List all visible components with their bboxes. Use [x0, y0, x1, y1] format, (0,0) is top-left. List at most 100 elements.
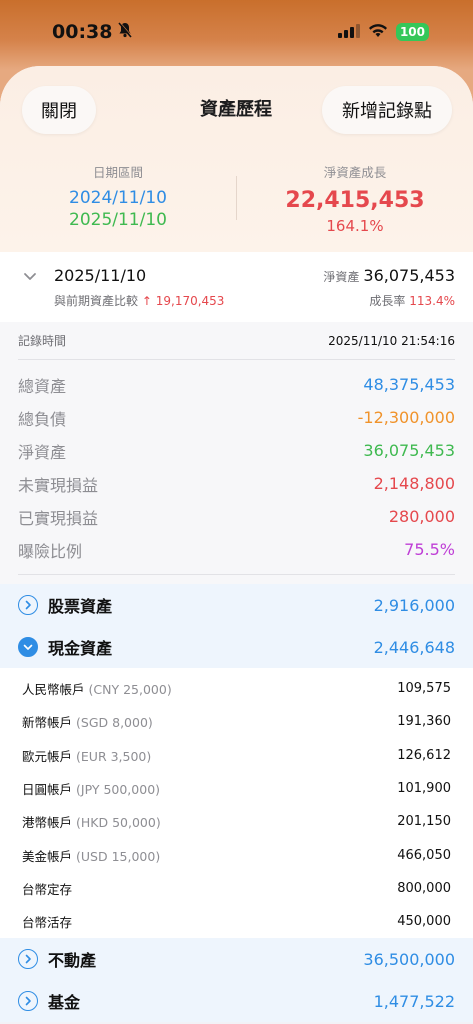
net-growth: 淨資產成長 22,415,453 164.1% [250, 162, 460, 235]
account-note: (USD 15,000) [76, 848, 161, 864]
signal-icon [337, 23, 360, 42]
chevron-right-circle-icon[interactable] [18, 949, 38, 970]
chevron-down-circle-icon[interactable] [18, 637, 38, 657]
account-note: (JPY 500,000) [76, 782, 161, 798]
chevron-right-circle-icon[interactable] [18, 595, 38, 615]
metric-row: 淨資產 36,075,453 [18, 434, 455, 467]
record-time-label: 記錄時間 [18, 334, 67, 348]
account-value: 126,612 [397, 747, 451, 763]
cash-accounts-list: 人民幣帳戶 (CNY 25,000) 109,575 新幣帳戶 (SGD 8,000)… [0, 668, 473, 939]
account-label: 美金帳戶 [22, 848, 73, 864]
account-value: 466,050 [397, 847, 451, 863]
metric-label: 總資產 [18, 376, 67, 396]
account-label: 新幣帳戶 [22, 715, 73, 731]
account-value: 101,900 [397, 781, 451, 797]
category-label: 基金 [48, 993, 81, 1013]
account-label: 台幣定存 [22, 881, 73, 897]
list-item[interactable]: 美金帳戶 (USD 15,000) 466,050 [0, 838, 473, 871]
record-net-asset: 淨資產 36,075,453 [323, 266, 455, 285]
metric-row: 未實現損益 2,148,800 [18, 467, 455, 500]
status-bar: 00:38 100 [0, 0, 473, 64]
clock: 00:38 [52, 21, 113, 43]
arrow-up-icon: ↑ [141, 294, 152, 308]
chevron-right-circle-icon[interactable] [18, 991, 38, 1012]
net-growth-value: 22,415,453 [285, 188, 425, 213]
account-value: 191,360 [397, 714, 451, 730]
record-compare: 與前期資產比較 ↑ 19,170,453 [54, 292, 224, 309]
account-note: (SGD 8,000) [76, 715, 153, 731]
account-label: 人民幣帳戶 [22, 682, 85, 698]
metric-value: -12,300,000 [357, 408, 455, 427]
category-stock[interactable]: 股票資產 2,916,000 [0, 584, 473, 626]
record-date: 2025/11/10 [54, 266, 147, 285]
record-header[interactable]: 2025/11/10 與前期資產比較 ↑ 19,170,453 淨資產 36,07… [0, 252, 473, 322]
account-label: 港幣帳戶 [22, 815, 73, 831]
metric-value: 36,075,453 [363, 441, 455, 460]
category-value: 2,916,000 [373, 595, 455, 615]
category-fund[interactable]: 基金 1,477,522 [0, 980, 473, 1023]
account-label: 日圓帳戶 [22, 782, 73, 798]
metric-value: 48,375,453 [363, 375, 455, 394]
close-button[interactable]: 關閉 [22, 86, 96, 134]
account-label: 台幣活存 [22, 915, 73, 931]
metric-label: 淨資產 [18, 442, 67, 462]
metric-row: 曝險比例 75.5% [18, 533, 455, 566]
metric-label: 已實現損益 [18, 508, 99, 528]
record-time-row: 記錄時間 2025/11/10 21:54:16 [18, 322, 455, 360]
metric-value: 280,000 [388, 507, 455, 526]
wifi-icon [368, 23, 388, 42]
growth-rate-label: 成長率 [369, 294, 406, 308]
list-item[interactable]: 新幣帳戶 (SGD 8,000) 191,360 [0, 705, 473, 738]
compare-label: 與前期資產比較 [54, 294, 139, 308]
metric-row: 總資產 48,375,453 [18, 368, 455, 401]
list-item[interactable]: 人民幣帳戶 (CNY 25,000) 109,575 [0, 672, 473, 705]
list-item[interactable]: 港幣帳戶 (HKD 50,000) 201,150 [0, 805, 473, 838]
account-note: (CNY 25,000) [88, 682, 172, 698]
end-date: 2025/11/10 [69, 210, 167, 230]
metric-label: 未實現損益 [18, 475, 99, 495]
net-asset-label: 淨資產 [323, 270, 360, 284]
category-label: 股票資產 [48, 597, 113, 616]
summary-panel: 日期區間 2024/11/10 2025/11/10 淨資產成長 22,415,… [0, 162, 473, 242]
net-growth-percent: 164.1% [326, 217, 384, 235]
list-item[interactable]: 日圓帳戶 (JPY 500,000) 101,900 [0, 772, 473, 805]
record-growth-rate: 成長率 113.4% [369, 292, 455, 309]
growth-rate-value: 113.4% [409, 294, 455, 308]
add-record-button[interactable]: 新增記錄點 [322, 86, 452, 134]
compare-value: 19,170,453 [155, 294, 225, 308]
metric-row: 已實現損益 280,000 [18, 500, 455, 533]
summary-divider [236, 176, 237, 220]
net-growth-label: 淨資產成長 [323, 165, 387, 180]
category-value: 36,500,000 [363, 949, 455, 969]
category-cash[interactable]: 現金資產 2,446,648 [0, 626, 473, 668]
record-time-value: 2025/11/10 21:54:16 [328, 333, 455, 348]
list-item[interactable]: 歐元帳戶 (EUR 3,500) 126,612 [0, 739, 473, 772]
metric-label: 曝險比例 [18, 541, 83, 561]
account-value: 450,000 [397, 914, 451, 930]
list-item[interactable]: 台幣活存 450,000 [0, 905, 473, 938]
metric-value: 75.5% [404, 540, 455, 559]
account-value: 800,000 [397, 880, 451, 896]
metric-value: 2,148,800 [373, 474, 455, 493]
nav-bar: 關閉 資產歷程 新增記錄點 [0, 86, 473, 136]
bell-slash-icon [118, 21, 133, 43]
chevron-down-icon[interactable] [22, 268, 38, 288]
category-real-estate[interactable]: 不動產 36,500,000 [0, 938, 473, 981]
battery-indicator: 100 [395, 23, 429, 41]
start-date: 2024/11/10 [69, 188, 167, 208]
metric-row: 總負債 -12,300,000 [18, 401, 455, 434]
metric-label: 總負債 [18, 409, 67, 429]
status-time: 00:38 [52, 21, 133, 43]
category-label: 不動產 [48, 951, 97, 971]
category-label: 現金資產 [48, 639, 113, 658]
account-label: 歐元帳戶 [22, 748, 73, 764]
list-item[interactable]: 台幣定存 800,000 [0, 872, 473, 905]
account-value: 109,575 [397, 681, 451, 697]
account-note: (EUR 3,500) [76, 748, 152, 764]
account-value: 201,150 [397, 814, 451, 830]
sheet-header: 關閉 資產歷程 新增記錄點 日期區間 2024/11/10 2025/11/10… [0, 66, 473, 252]
page-title: 資產歷程 [200, 99, 272, 120]
net-asset-value: 36,075,453 [363, 266, 455, 285]
category-value: 2,446,648 [373, 637, 455, 657]
record-detail: 記錄時間 2025/11/10 21:54:16 總資產 48,375,453 總… [0, 322, 473, 584]
